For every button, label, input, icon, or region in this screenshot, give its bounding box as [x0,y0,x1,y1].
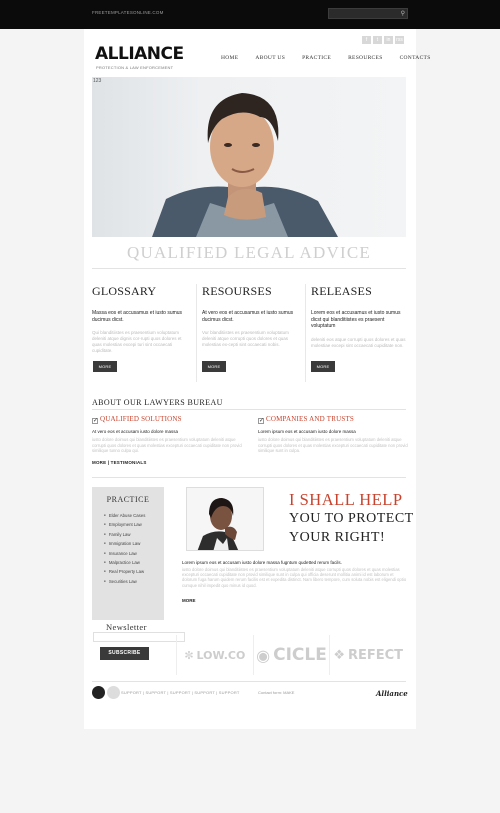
about-item-body: iusto dolore doimus qui blanditiistes es… [92,437,242,453]
partner-name: LOW.CO [196,648,246,662]
footer-logo-icon[interactable] [92,686,105,699]
top-bar: FREETEMPLATESONLINE.COM ⚲ [0,0,500,29]
partner-refect[interactable]: ❖ REFECT [329,635,406,675]
rss-icon[interactable]: rss [395,36,404,44]
practice-item[interactable]: Employment Law [104,522,164,531]
divider [305,284,306,382]
newsletter-title: Newsletter [106,622,147,632]
column-releases: RELEASES Lorem eos et accusamus et iusto… [311,284,406,349]
footer-logo[interactable]: Alliance [376,689,408,698]
main-nav: HOME ABOUT US PRACTICE RESOURCES CONTACT… [221,55,448,61]
help-headline-line2: YOU TO PROTECT [289,511,414,526]
lawyer-portrait [186,487,264,551]
column-lead: Massa eos et accusamus et iusto sumus du… [92,310,183,323]
column-lead: Lorem eos et accusamus et iusto sumus di… [311,310,401,329]
nav-resources[interactable]: RESOURCES [348,55,383,61]
lawyer-photo [152,93,338,237]
about-item-lead: At vero eos et accusam iusto dolore mass… [92,429,179,434]
social-icons: f t in rss [362,36,404,44]
column-title: RELEASES [311,284,372,298]
practice-item[interactable]: Family Law [104,532,164,541]
facebook-icon[interactable]: f [362,36,371,44]
woman-photo [187,488,263,550]
footer-secondary-icon[interactable] [107,686,120,699]
column-body: deleniti eos atque corrupti quos dolores… [311,336,406,348]
nav-about[interactable]: ABOUT US [255,55,285,61]
partner-lowco[interactable]: ✼ LOW.CO [176,635,253,675]
site-url: FREETEMPLATESONLINE.COM [92,10,164,15]
hero-title: QUALIFIED LEGAL ADVICE [127,243,371,262]
search-input[interactable] [331,10,395,18]
practice-title: PRACTICE [106,495,150,504]
practice-item[interactable]: Elder Abuse Cases [104,513,164,522]
help-body: iusto dolore doimus qui blanditiistes es… [182,567,407,588]
about-item-trusts: ✓ COMPANIES AND TRUSTS [258,415,354,424]
about-item-body: iusto dolore doimus qui blanditiistes es… [258,437,408,453]
help-headline-line3: YOUR RIGHT! [289,530,386,545]
divider [92,477,406,478]
tagline: PROTECTION & LAW ENFORCEMENT [96,65,174,70]
twitter-icon[interactable]: t [373,36,382,44]
divider [92,409,406,410]
about-item-solutions: ✓ QUALIFIED SOLUTIONS [92,415,182,424]
diamond-logo-icon: ❖ [333,647,345,663]
divider [92,268,406,269]
search-icon[interactable]: ⚲ [401,9,405,19]
practice-item[interactable]: Real Property Law [104,569,164,578]
nav-practice[interactable]: PRACTICE [302,55,331,61]
divider [92,681,406,682]
about-item-lead: Lorem ipsum eos et accusam iusto dolore … [258,429,356,434]
footer-links[interactable]: SUPPORT | SUPPORT | SUPPORT | SUPPORT | … [121,690,239,695]
newsletter-email-field[interactable] [93,632,185,642]
practice-sidebar: PRACTICE Elder Abuse Cases Employment La… [92,487,164,620]
search-box[interactable]: ⚲ [328,8,408,19]
column-lead: At vero eos et accusamus et iusto sumus … [202,310,294,323]
about-item-title: COMPANIES AND TRUSTS [266,415,355,423]
divider [196,284,197,382]
help-headline: I SHALL HELP YOU TO PROTECT YOUR RIGHT! [289,490,414,547]
releases-more-button[interactable]: MORE [311,361,335,372]
column-title: RESOURSES [202,284,272,298]
more-testimonials-link[interactable]: MORE | TESTIMONIALS [92,460,147,465]
partner-cicle[interactable]: ◉ CICLE [252,635,330,675]
linkedin-icon[interactable]: in [384,36,393,44]
column-body: Qui blanditiistes es praesentium volupta… [92,330,182,353]
help-headline-line1: I SHALL HELP [289,490,403,509]
pinwheel-icon: ✼ [184,648,194,662]
partner-name: CICLE [273,645,327,665]
footer-icons [92,686,120,699]
column-glossary: GLOSSARY Massa eos et accusamus et iusto… [92,284,187,354]
newsletter-box: Newsletter SUBSCRIBE [92,620,185,676]
partner-name: REFECT [347,647,404,663]
circle-logo-icon: ◉ [256,645,271,665]
practice-item[interactable]: Insurance Law [104,551,164,560]
column-body: Vur blanditiistes es praesentium volupta… [202,330,289,347]
help-more-link[interactable]: MORE [182,598,196,603]
nav-home[interactable]: HOME [221,55,238,61]
glossary-more-button[interactable]: MORE [93,361,117,372]
help-lead: Lorem ipsum eos et accusam iusto dolore … [182,560,342,565]
practice-list: Elder Abuse Cases Employment Law Family … [92,513,164,588]
practice-item[interactable]: Immigration Law [104,541,164,550]
about-item-title: QUALIFIED SOLUTIONS [100,415,182,423]
hero-banner: 123 [92,77,406,237]
partner-logos: ✼ LOW.CO ◉ CICLE ❖ REFECT [176,635,406,675]
subscribe-button[interactable]: SUBSCRIBE [100,647,149,660]
about-title: ABOUT OUR LAWYERS BUREAU [92,398,223,407]
checkmark-icon: ✓ [92,418,99,424]
practice-item[interactable]: Malpractice Law [104,560,164,569]
nav-contacts[interactable]: CONTACTS [400,55,431,61]
logo[interactable]: ALLIANCE [95,46,184,63]
checkmark-icon: ✓ [258,418,265,424]
footer-contact[interactable]: Contact form: MAKE [258,690,294,695]
resources-more-button[interactable]: MORE [202,361,226,372]
column-resources: RESOURSES At vero eos et accusamus et iu… [202,284,297,348]
column-title: GLOSSARY [92,284,157,298]
practice-item[interactable]: Securities Law [104,579,164,588]
